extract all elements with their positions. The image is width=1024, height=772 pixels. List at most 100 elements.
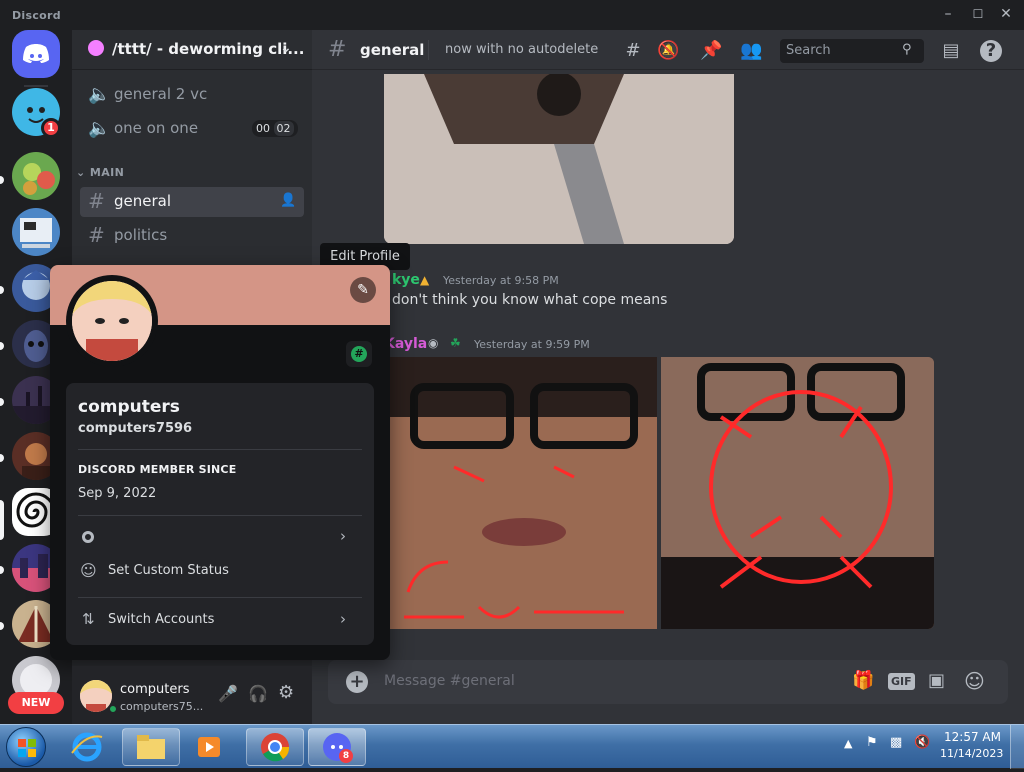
channel-label: politics — [114, 226, 168, 244]
invite-icon[interactable]: 👤 — [280, 193, 296, 208]
channel-general-2-vc[interactable]: 🔈 general 2 vc — [80, 80, 304, 110]
unread-pill — [0, 622, 4, 630]
inbox-icon[interactable]: ▤ — [940, 40, 962, 62]
channel-title: general — [360, 41, 425, 59]
avatar[interactable] — [72, 281, 152, 361]
close-button[interactable]: ✕ — [998, 6, 1014, 22]
channel-label: general — [114, 192, 172, 210]
category-main[interactable]: ⌄ MAIN — [76, 166, 124, 179]
windows-taskbar: 8 ▲ ⚑ ▩ 🔇 12:57 AM 11/14/2023 — [0, 724, 1024, 769]
user-panel: computers computers75... 🎤 🎧 ⚙ — [72, 666, 312, 724]
unread-pill — [0, 342, 4, 350]
plant-badge-icon: ☘ — [450, 336, 461, 350]
channel-politics[interactable]: # politics — [80, 221, 304, 251]
home-button[interactable] — [12, 30, 60, 78]
user-count: 00 02 — [252, 120, 298, 137]
profile-display-name: computers — [78, 397, 180, 417]
hashtag-icon: # — [88, 189, 105, 213]
unread-pill — [0, 286, 4, 294]
volume-muted-icon[interactable]: 🔇 — [914, 735, 930, 750]
channel-label: general 2 vc — [114, 85, 208, 103]
hashtag-badge-icon: # — [351, 346, 367, 362]
clock-date[interactable]: 11/14/2023 — [940, 747, 1003, 760]
message-composer[interactable]: + Message #general 🎁 GIF ▣ ☺ — [328, 660, 1008, 704]
microphone-icon[interactable]: 🎤 — [218, 684, 238, 703]
folder-icon — [137, 735, 165, 759]
avatar-frame — [66, 275, 158, 367]
new-badge[interactable]: NEW — [8, 692, 64, 714]
tooltip-text: Edit Profile — [330, 249, 400, 264]
edit-profile-button[interactable]: ✎ — [350, 277, 376, 303]
search-box[interactable]: Search ⚲ — [780, 39, 924, 63]
message-kayla: Kayla ◉ ☘ Yesterday at 9:59 PM — [384, 336, 984, 356]
start-button[interactable] — [6, 727, 46, 767]
sticker-icon[interactable]: ▣ — [928, 670, 945, 691]
set-custom-status-button[interactable]: ☺ Set Custom Status — [74, 559, 366, 585]
threads-icon[interactable]: # — [622, 40, 644, 62]
attachment-image-face-1[interactable] — [384, 357, 657, 629]
message-time: Yesterday at 9:59 PM — [474, 338, 590, 351]
channel-general-selected[interactable]: # general 👤 — [80, 187, 304, 217]
member-since-date: Sep 9, 2022 — [78, 486, 157, 501]
settings-gear-icon[interactable]: ⚙ — [278, 682, 294, 703]
channel-label: one on one — [114, 119, 199, 137]
server-plants[interactable] — [12, 152, 60, 200]
role-badge-icon: ◉ — [428, 336, 439, 350]
message-author[interactable]: Kayla — [384, 336, 427, 352]
message-time: Yesterday at 9:58 PM — [443, 274, 559, 287]
message-author[interactable]: kye — [392, 272, 420, 288]
switch-accounts-button[interactable]: ⇅ Switch Accounts › — [74, 608, 366, 634]
channel-topic[interactable]: now with no autodelete — [445, 42, 598, 57]
plants-icon — [23, 163, 55, 195]
window-title: Discord — [12, 9, 61, 22]
server-header[interactable]: /tttt/ - deworming cli... ⌄ — [72, 30, 312, 70]
status-selector[interactable]: › — [74, 525, 366, 551]
message-kye: kye ▲ Yesterday at 9:58 PM don't think y… — [384, 272, 984, 312]
discord-taskbar-icon — [323, 733, 351, 761]
minimize-button[interactable]: – — [940, 6, 956, 22]
gif-button[interactable]: GIF — [888, 673, 915, 690]
online-status-icon — [108, 704, 118, 714]
attachment-image-face-2[interactable] — [661, 357, 934, 629]
action-center-flag-icon[interactable]: ⚑ — [866, 735, 878, 750]
category-label: MAIN — [89, 166, 125, 179]
media-player-icon[interactable] — [192, 731, 226, 763]
hashtag-icon: # — [328, 37, 347, 62]
hypesquad-badge[interactable]: # — [346, 341, 372, 367]
internet-explorer-icon[interactable] — [70, 731, 104, 763]
status-dot-icon — [82, 531, 94, 543]
help-icon[interactable]: ? — [980, 40, 1002, 62]
speaker-icon: 🔈 — [88, 118, 111, 139]
discord-taskbar-button[interactable]: 8 — [308, 728, 366, 766]
member-list-icon[interactable]: 👥 — [740, 40, 762, 62]
maximize-button[interactable]: ☐ — [970, 6, 986, 22]
profile-popout: ✎ # computers computers7596 DISCORD MEMB… — [50, 265, 390, 660]
user-name[interactable]: computers — [120, 682, 189, 697]
switch-accounts-icon: ⇅ — [82, 610, 95, 628]
mute-bell-icon[interactable]: 🔕 — [657, 40, 679, 62]
attachment-image-hammer[interactable] — [384, 74, 734, 244]
emoji-icon[interactable]: ☺ — [964, 669, 985, 693]
chat-header: # general now with no autodelete # 🔕 📌 👥… — [312, 30, 1024, 70]
show-desktop-button[interactable] — [1010, 725, 1024, 769]
pin-icon[interactable]: 📌 — [700, 40, 722, 62]
network-icon[interactable]: ▩ — [890, 735, 902, 750]
anime-avatar-image — [72, 281, 152, 361]
channel-one-on-one[interactable]: 🔈 one on one 00 02 — [80, 114, 304, 144]
chrome-button[interactable] — [246, 728, 304, 766]
hammer-image — [384, 74, 734, 244]
gift-icon[interactable]: 🎁 — [852, 670, 874, 691]
add-attachment-button[interactable]: + — [346, 671, 368, 693]
search-placeholder: Search — [786, 43, 831, 58]
server-desktop[interactable] — [12, 208, 60, 256]
unread-pill — [0, 398, 4, 406]
headphones-icon[interactable]: 🎧 — [248, 684, 268, 703]
pencil-icon: ✎ — [357, 282, 369, 298]
file-explorer-button[interactable] — [122, 728, 180, 766]
member-since-label: DISCORD MEMBER SINCE — [78, 463, 237, 476]
window-titlebar: Discord – ☐ ✕ — [0, 0, 1024, 30]
chevron-down-icon: ⌄ — [76, 166, 86, 179]
divider — [78, 597, 362, 598]
clock-time[interactable]: 12:57 AM — [944, 730, 1001, 744]
show-hidden-icons-icon[interactable]: ▲ — [844, 737, 852, 750]
